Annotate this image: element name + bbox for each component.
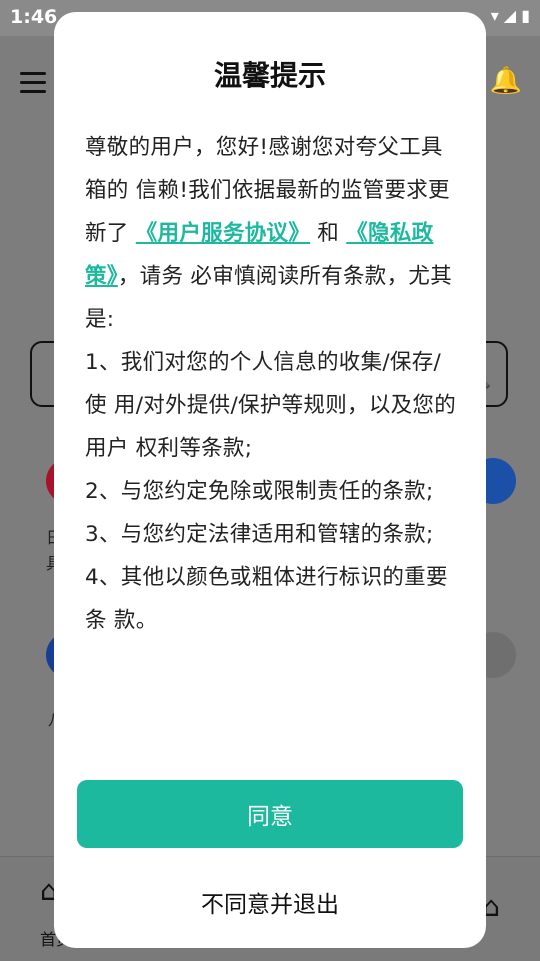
clause-1: 1、我们对您的个人信息的收集/保存/使 用/对外提供/保护等规则，以及您的用户 …: [85, 350, 457, 461]
user-agreement-link[interactable]: 《用户服务协议》: [136, 221, 310, 246]
intro-text-tail: ，请务 必审慎阅读所有条款，尤其是:: [85, 264, 452, 332]
bell-icon[interactable]: 🔔: [490, 66, 522, 96]
clause-3: 3、与您约定法律适用和管辖的条款;: [85, 522, 434, 547]
disagree-exit-button[interactable]: 不同意并退出: [54, 882, 486, 922]
status-icons: ▾ ◢ ▮: [490, 6, 530, 25]
clause-4: 4、其他以颜色或粗体进行标识的重要条 款。: [85, 565, 448, 633]
dialog-body: 尊敬的用户，您好!感谢您对夸父工具箱的 信赖!我们依据最新的监管要求更新了 《用…: [85, 126, 460, 642]
dialog-title: 温馨提示: [213, 59, 326, 92]
clause-2: 2、与您约定免除或限制责任的条款;: [85, 479, 434, 504]
dialog-intro: 尊敬的用户，您好!感谢您对夸父工具箱的 信赖!我们依据最新的监管要求更新了 《用…: [85, 126, 460, 341]
privacy-dialog: 温馨提示 尊敬的用户，您好!感谢您对夸父工具箱的 信赖!我们依据最新的监管要求更…: [54, 12, 486, 948]
status-time: 1:46: [10, 6, 58, 28]
and-text: 和: [310, 221, 347, 246]
menu-icon[interactable]: [20, 72, 46, 94]
agree-button[interactable]: 同意: [77, 780, 463, 848]
